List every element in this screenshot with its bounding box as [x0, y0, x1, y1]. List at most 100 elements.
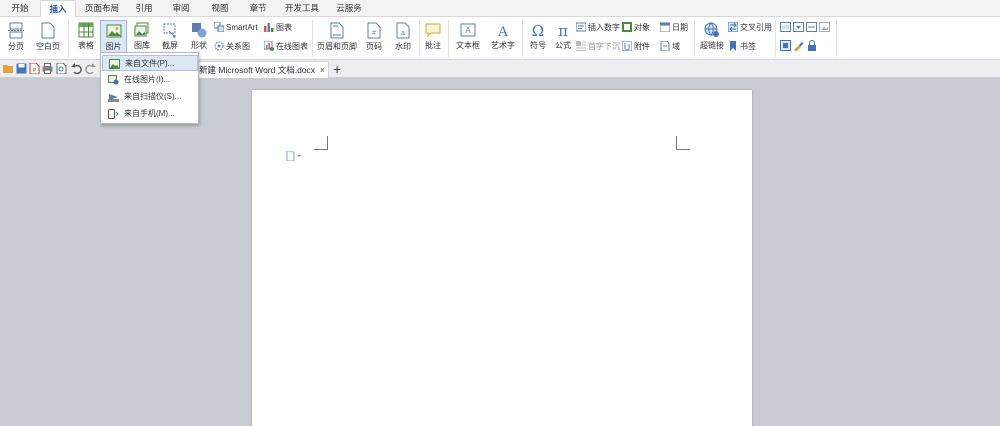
svg-text:a: a	[401, 30, 405, 37]
shapes-button[interactable]: 形状	[186, 22, 212, 51]
scanner-icon	[108, 94, 119, 102]
online-picture-icon	[108, 75, 119, 85]
picture-file-icon	[109, 59, 120, 69]
tab-developer[interactable]: 开发工具	[279, 0, 325, 17]
document-tab[interactable]: 新建 Microsoft Word 文档.docx ×	[186, 61, 329, 78]
tab-view[interactable]: 视图	[203, 0, 237, 17]
pi-icon: π	[558, 22, 568, 38]
menu-item-from-phone[interactable]: 来自手机(M)...	[102, 106, 198, 122]
menu-item-from-file[interactable]: 来自文件(P)...	[102, 55, 198, 71]
object-button[interactable]: 对象	[622, 21, 650, 34]
screenshot-icon	[163, 23, 176, 38]
form-field-icon[interactable]	[780, 22, 791, 32]
smartart-button[interactable]: SmartArt	[213, 21, 258, 34]
attachment-button[interactable]: 附件	[621, 40, 650, 53]
document-tab-title: 新建 Microsoft Word 文档.docx	[199, 65, 316, 75]
dropdown-field-icon[interactable]	[793, 22, 804, 32]
page-number-icon: #	[367, 22, 381, 39]
textbox-button[interactable]: A 文本框	[452, 22, 484, 51]
margin-corner-top-left	[314, 136, 328, 150]
menu-bar: 开始 插入 页面布局 引用 审阅 视图 章节 开发工具 云服务	[0, 0, 1000, 17]
omega-icon: Ω	[532, 22, 544, 38]
tab-references[interactable]: 引用	[128, 0, 160, 17]
tab-review[interactable]: 审阅	[164, 0, 198, 17]
form-controls-group	[780, 22, 832, 54]
gallery-button[interactable]: 图库	[129, 22, 155, 51]
open-folder-icon[interactable]	[3, 63, 14, 74]
lock-icon[interactable]	[807, 40, 817, 51]
cross-reference-button[interactable]: 交叉引用	[727, 21, 772, 34]
smartart-icon	[213, 21, 225, 33]
properties-icon[interactable]	[793, 40, 804, 51]
bookmark-icon	[730, 41, 736, 51]
export-pdf-icon[interactable]: P	[29, 63, 40, 74]
page-break-icon	[8, 22, 24, 39]
comment-icon	[425, 23, 441, 38]
menu-item-from-scanner[interactable]: 来自扫描仪(S)...	[102, 89, 198, 105]
drop-cap-icon	[576, 41, 586, 51]
table-icon	[78, 22, 94, 38]
text-field-icon[interactable]	[806, 22, 817, 32]
online-chart-button[interactable]: 在线图表	[263, 40, 308, 53]
online-chart-icon	[263, 40, 274, 51]
relation-chart-button[interactable]: 关系图	[214, 40, 250, 53]
object-icon	[622, 22, 632, 32]
table-button[interactable]: 表格	[73, 22, 99, 51]
tab-home[interactable]: 开始	[4, 0, 36, 17]
screenshot-button[interactable]: 截屏	[157, 22, 183, 51]
menu-item-online-picture[interactable]: 在线图片(I)...	[102, 72, 198, 88]
wordart-icon: A	[498, 24, 509, 38]
blank-page-icon	[41, 22, 55, 39]
paste-options-icon[interactable]	[286, 151, 302, 161]
tab-chapter[interactable]: 章节	[241, 0, 275, 17]
page-break-button[interactable]: 分页	[3, 22, 29, 52]
chart-button[interactable]: 图表	[264, 21, 292, 34]
header-footer-button[interactable]: 页眉和页脚	[316, 22, 358, 52]
attachment-icon	[621, 40, 633, 52]
watermark-icon: a	[396, 22, 410, 39]
tab-page-layout[interactable]: 页面布局	[80, 0, 124, 17]
print-preview-icon[interactable]	[56, 63, 67, 74]
comment-button[interactable]: 批注	[422, 22, 444, 51]
margin-corner-top-right	[676, 136, 690, 150]
page-number-button[interactable]: # 页码	[360, 22, 388, 52]
shapes-icon	[192, 23, 207, 38]
tab-insert[interactable]: 插入	[40, 0, 76, 17]
date-button[interactable]: 日期	[659, 21, 688, 34]
new-tab-button[interactable]: +	[333, 60, 341, 78]
svg-text:Ω: Ω	[532, 22, 544, 38]
wordart-button[interactable]: A 艺术字	[486, 22, 520, 51]
cross-reference-icon	[727, 21, 739, 33]
tab-cloud[interactable]: 云服务	[329, 0, 369, 17]
print-icon[interactable]	[42, 63, 53, 74]
svg-text:π: π	[558, 22, 568, 38]
document-page[interactable]	[252, 90, 752, 426]
close-tab-icon[interactable]: ×	[320, 62, 325, 78]
blank-page-button[interactable]: 空白页	[32, 22, 64, 52]
undo-icon[interactable]	[71, 63, 82, 74]
design-mode-icon[interactable]	[780, 40, 791, 51]
globe-link-icon	[704, 22, 719, 37]
watermark-button[interactable]: a 水印	[389, 22, 417, 52]
svg-text:A: A	[465, 26, 471, 35]
formula-button[interactable]: π 公式	[552, 22, 574, 51]
textbox-icon: A	[460, 23, 476, 37]
svg-text:#: #	[372, 30, 376, 37]
save-icon[interactable]	[16, 63, 27, 74]
picture-dropdown-menu: 来自文件(P)... 在线图片(I)... 来自扫描仪(S)... 来自手机(M…	[100, 52, 199, 124]
phone-icon	[108, 109, 119, 119]
calendar-icon	[659, 22, 671, 33]
field-icon	[660, 40, 670, 52]
field-button[interactable]: 域	[660, 40, 680, 53]
number-icon	[575, 22, 587, 32]
drop-cap-button[interactable]: 首字下沉	[576, 40, 620, 53]
redo-icon[interactable]	[85, 63, 96, 74]
bookmark-button[interactable]: 书签	[728, 40, 756, 53]
picture-field-icon[interactable]	[819, 22, 830, 32]
svg-text:A: A	[498, 24, 509, 38]
chart-icon	[264, 23, 274, 32]
relation-chart-icon	[214, 41, 224, 51]
hyperlink-button[interactable]: 超链接	[698, 22, 726, 51]
symbol-button[interactable]: Ω 符号	[525, 22, 551, 51]
insert-number-button[interactable]: 插入数字	[575, 21, 620, 34]
